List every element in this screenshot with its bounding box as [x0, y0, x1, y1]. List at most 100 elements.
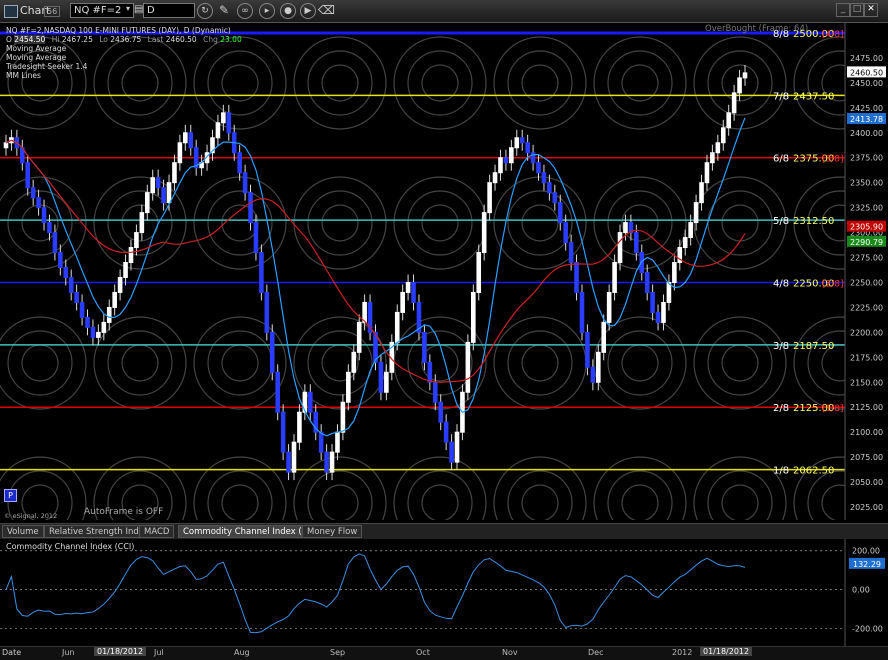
last-value: 2460.50: [165, 35, 197, 44]
candle-body: [438, 401, 444, 423]
study-ma-2[interactable]: Moving Average: [6, 53, 242, 62]
tab-macd[interactable]: MACD: [139, 525, 175, 538]
p-badge[interactable]: P: [4, 489, 17, 502]
candle-body: [432, 381, 438, 403]
candle-body: [737, 77, 742, 94]
candle-body: [661, 301, 666, 323]
candle-body: [574, 262, 579, 293]
play-icon[interactable]: ▸: [259, 3, 275, 19]
mm-frac-label: 5/8: [773, 216, 789, 227]
candle-body: [340, 401, 346, 433]
candle-body: [704, 162, 710, 184]
cci-panel[interactable]: 200.00 0.00 -200.00 132.29: [0, 539, 888, 646]
price-marker-label: 2413.78: [850, 115, 883, 124]
price-tick-label: 2375.00: [850, 154, 883, 163]
high-label: Hi: [51, 35, 60, 44]
link-icon[interactable]: ∞: [237, 3, 253, 19]
mm-frac-label: 4/8: [773, 278, 789, 289]
price-tick-label: 2050.00: [850, 478, 883, 487]
cci-title: Commodity Channel Index (CCI): [6, 542, 135, 551]
month-label-oct: Oct: [416, 648, 430, 657]
candle-body: [280, 411, 286, 453]
price-tick-label: 2125.00: [850, 403, 883, 412]
price-tick-label: 2100.00: [850, 428, 883, 437]
symbol-input[interactable]: NQ #F=2: [70, 3, 134, 18]
candle-body: [742, 72, 748, 79]
ohlc-row: O 2454.50 Hi 2467.25 Lo 2436.75 Last 246…: [6, 35, 242, 44]
candle-body: [688, 222, 693, 239]
month-label-nov: Nov: [502, 648, 518, 657]
candle-body: [400, 291, 405, 313]
mm-price-label: 2187.50: [793, 341, 834, 352]
candle-body: [269, 331, 275, 373]
study-mm-lines[interactable]: MM Lines: [6, 71, 242, 80]
chart-header: NQ #F=2,NASDAQ 100 E-MINI FUTURES (DAY),…: [6, 26, 242, 80]
interval-input[interactable]: D: [143, 3, 195, 18]
price-tick-label: 2175.00: [850, 353, 883, 362]
candle-body: [128, 247, 134, 264]
candle-body: [492, 172, 498, 184]
copyright: © eSignal, 2012: [4, 512, 58, 520]
candle-body: [286, 451, 291, 473]
high-value: 2467.25: [61, 35, 93, 44]
price-marker-label: 2460.50: [850, 68, 883, 77]
candle-body: [422, 331, 427, 363]
candle-body: [226, 112, 232, 134]
mm-price-label: 2312.50: [793, 216, 834, 227]
maximize-icon[interactable]: □: [850, 3, 864, 17]
candle-body: [427, 361, 433, 383]
pencil-icon[interactable]: ✎: [216, 3, 232, 19]
price-tick-label: 2200.00: [850, 328, 883, 337]
candle-body: [318, 431, 324, 453]
link-group-badge[interactable]: 56: [44, 6, 61, 17]
candle-body: [552, 192, 558, 204]
candle-body: [101, 321, 107, 333]
candle-body: [481, 212, 487, 254]
mm-tag-label: [1/8]: [822, 404, 844, 414]
low-value: 2436.75: [110, 35, 142, 44]
candle-body: [297, 411, 302, 443]
candle-body: [411, 281, 416, 303]
candle-body: [644, 271, 650, 293]
study-ma-1[interactable]: Moving Average: [6, 44, 242, 53]
minimize-icon[interactable]: _: [836, 3, 850, 17]
candle-body: [134, 232, 139, 249]
price-chart-panel[interactable]: 8/8 2500.00[4/8]7/8 2437.506/8 2375.00[3/8]…: [0, 23, 888, 520]
autoframe-label: AutoFrame is OFF: [84, 507, 164, 517]
candle-body: [579, 291, 585, 333]
candle-body: [324, 451, 329, 473]
candle-body: [172, 162, 177, 184]
close-icon[interactable]: ✕: [864, 3, 878, 17]
candle-body: [329, 451, 335, 473]
record-icon[interactable]: ▶: [300, 3, 316, 19]
candle-body: [514, 137, 520, 149]
candle-body: [177, 142, 183, 164]
play-circle-icon[interactable]: ●: [280, 3, 296, 19]
month-label-dec: Dec: [588, 648, 604, 657]
tab-rsi[interactable]: Relative Strength Index: [44, 525, 154, 538]
price-tick-label: 2250.00: [850, 278, 883, 287]
candle-body: [519, 137, 525, 144]
date-axis-label: Date: [2, 648, 22, 657]
study-seeker[interactable]: Tradesight Seeker 1.4: [6, 62, 242, 71]
candle-body: [585, 331, 590, 368]
candle-body: [384, 371, 389, 393]
candle-body: [117, 276, 123, 293]
symbol-dropdown-icon[interactable]: ▾: [126, 4, 130, 13]
tab-volume[interactable]: Volume: [2, 525, 44, 538]
candle-body: [123, 262, 128, 278]
candle-body: [144, 192, 150, 214]
candle-body: [693, 202, 699, 224]
price-tick-label: 2150.00: [850, 378, 883, 387]
tab-money-flow[interactable]: Money Flow: [302, 525, 363, 538]
reload-icon[interactable]: ↻: [197, 3, 213, 19]
candle-body: [699, 182, 704, 204]
mm-price-label: 2437.50: [793, 91, 834, 102]
eraser-icon[interactable]: ⌫: [318, 3, 335, 19]
cci-marker-label: 132.29: [853, 560, 881, 569]
candle-body: [259, 252, 264, 293]
candle-body: [601, 321, 607, 353]
symbol-description: NQ #F=2,NASDAQ 100 E-MINI FUTURES (DAY),…: [6, 26, 231, 35]
candle-body: [682, 237, 688, 249]
candle-body: [595, 351, 601, 383]
